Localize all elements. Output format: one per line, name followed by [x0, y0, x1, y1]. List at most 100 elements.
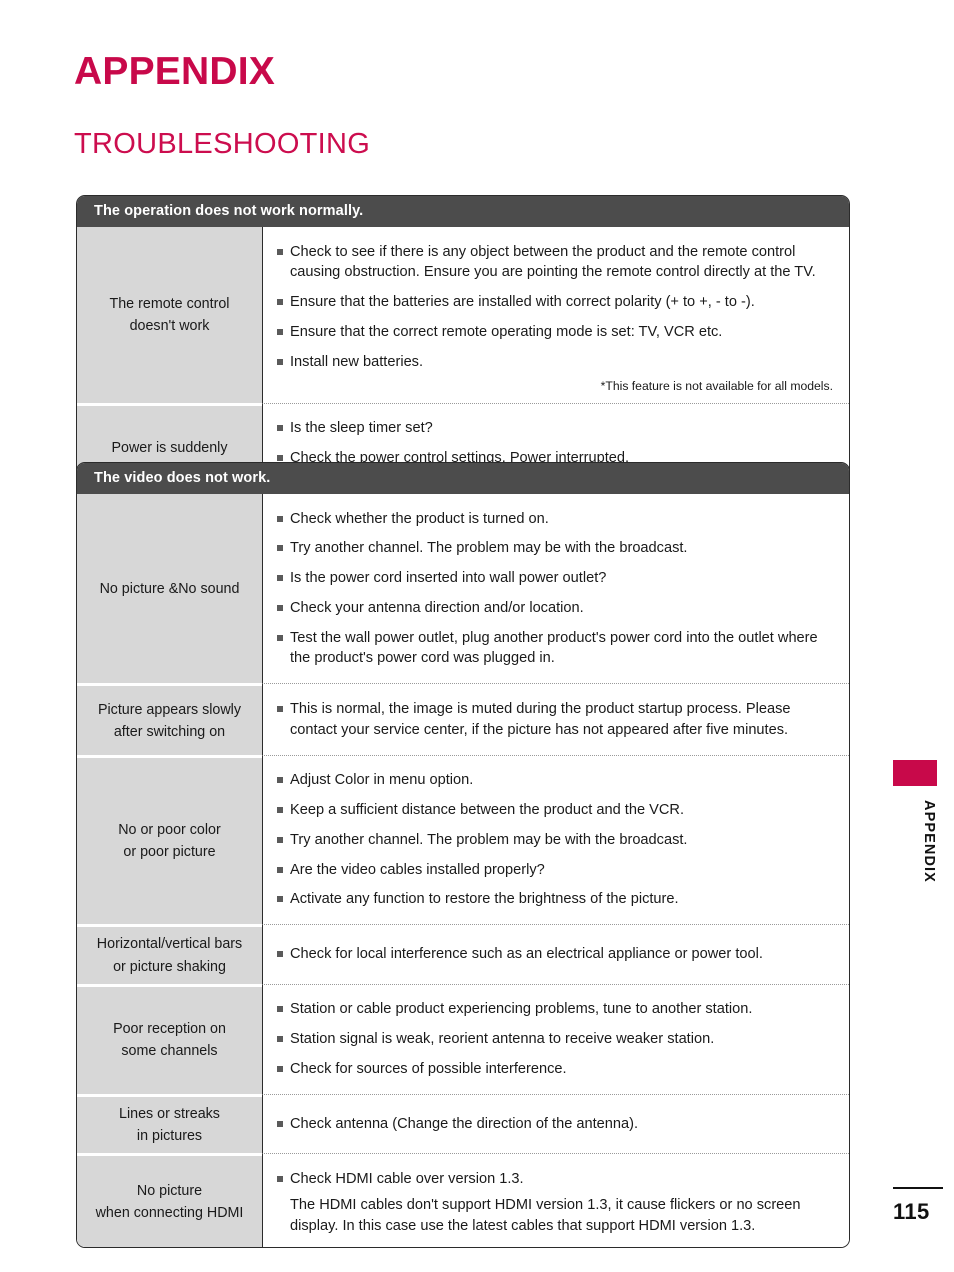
bullet-text: Check antenna (Change the direction of t…: [290, 1115, 639, 1132]
bullet-item: Check whether the product is turned on.: [277, 509, 835, 530]
row-label: Poor reception on some channels: [77, 983, 262, 1094]
row-label: Lines or streaks in pictures: [77, 1093, 262, 1154]
row-label-line: No picture &No sound: [99, 580, 240, 597]
bullet-item: Check for sources of possible interferen…: [277, 1059, 835, 1080]
bullet-text: Check to see if there is any object betw…: [290, 243, 816, 281]
bullet-text: Is the sleep timer set?: [290, 420, 433, 437]
bullet-item: Ensure that the batteries are installed …: [277, 292, 835, 313]
bullet-square-icon: [277, 515, 283, 522]
side-tab-label: APPENDIX: [921, 800, 937, 883]
bullet-text: Try another channel. The problem may be …: [290, 831, 688, 848]
bullet-text: Are the video cables installed properly?: [290, 861, 545, 878]
bullet-square-icon: [277, 836, 283, 843]
bullet-item: Is the sleep timer set?: [277, 418, 835, 439]
bullet-item: Install new batteries.: [277, 352, 835, 373]
row-content: Check HDMI cable over version 1.3. The HD…: [262, 1153, 849, 1248]
row-content: Check antenna (Change the direction of t…: [262, 1093, 849, 1154]
row-label: Picture appears slowly after switching on: [77, 683, 262, 755]
bullet-text: Try another channel. The problem may be …: [290, 540, 688, 557]
row-label: No or poor color or poor picture: [77, 754, 262, 925]
row-label: The remote control doesn't work: [77, 227, 262, 403]
bullet-square-icon: [277, 248, 283, 255]
row-label-line: No picture: [136, 1182, 203, 1199]
bullet-square-icon: [277, 807, 283, 814]
page-title: APPENDIX: [74, 50, 275, 93]
row-label-line: Poor reception on: [113, 1021, 226, 1038]
bullet-square-icon: [277, 575, 283, 582]
bullet-square-icon: [277, 545, 283, 552]
bullet-item: Check for local interference such as an …: [277, 944, 835, 965]
page-number-rule: [893, 1187, 943, 1190]
row-content: Station or cable product experiencing pr…: [262, 983, 849, 1094]
bullet-text: Adjust Color in menu option.: [290, 772, 474, 789]
bullet-square-icon: [277, 1120, 283, 1127]
row-label-line: in pictures: [136, 1128, 203, 1145]
side-tab-marker: [893, 760, 937, 786]
bullet-square-icon: [277, 358, 283, 365]
bullet-text: Station signal is weak, reorient antenna…: [290, 1031, 715, 1047]
table-body: No picture &No sound Check whether the pr…: [77, 494, 849, 1248]
bullet-square-icon: [277, 1006, 283, 1013]
table-header: The operation does not work normally.: [77, 196, 849, 228]
bullet-text: Is the power cord inserted into wall pow…: [290, 570, 607, 587]
bullet-square-icon: [277, 604, 283, 611]
bullet-item: Check your antenna direction and/or loca…: [277, 598, 835, 619]
section-title: TROUBLESHOOTING: [74, 128, 371, 160]
row-content: This is normal, the image is muted durin…: [262, 683, 849, 755]
bullet-square-icon: [277, 328, 283, 335]
row-label-line: The remote control: [109, 295, 230, 312]
bullet-square-icon: [277, 777, 283, 784]
bullet-text: This is normal, the image is muted durin…: [290, 700, 791, 738]
bullet-square-icon: [277, 454, 283, 461]
bullet-square-icon: [277, 951, 283, 958]
row-label: No picture when connecting HDMI: [77, 1153, 262, 1248]
bullet-text: Check for local interference such as an …: [290, 946, 763, 963]
row-content: Check to see if there is any object betw…: [262, 227, 849, 403]
table-row: No or poor color or poor picture Adjust Co…: [77, 754, 849, 925]
bullet-item: Keep a sufficient distance between the p…: [277, 800, 835, 821]
bullet-item: Station signal is weak, reorient antenna…: [277, 1029, 835, 1050]
row-label-line: after switching on: [113, 723, 226, 740]
bullet-item: Activate any function to restore the bri…: [277, 889, 835, 910]
row-label-line: some channels: [121, 1043, 218, 1060]
table-header: The video does not work.: [77, 463, 849, 495]
bullet-text: Keep a sufficient distance between the p…: [290, 802, 685, 819]
row-content: Check for local interference such as an …: [262, 924, 849, 984]
troubleshooting-table-video: The video does not work. No picture &No …: [76, 462, 850, 1249]
bullet-item: Try another channel. The problem may be …: [277, 538, 835, 559]
bullet-text: Station or cable product experiencing pr…: [290, 1001, 753, 1018]
bullet-continuation-text: The HDMI cables don't support HDMI versi…: [290, 1196, 801, 1234]
footnote-text: *This feature is not available for all m…: [600, 378, 833, 393]
bullet-item: Adjust Color in menu option.: [277, 770, 835, 791]
row-label-line: No or poor color: [118, 822, 221, 839]
bullet-square-icon: [277, 299, 283, 306]
row-label-line: when connecting HDMI: [95, 1204, 244, 1221]
table-row: Lines or streaks in pictures Check antenna…: [77, 1093, 849, 1154]
bullet-item: Is the power cord inserted into wall pow…: [277, 568, 835, 589]
bullet-item: Are the video cables installed properly?: [277, 860, 835, 881]
row-label-line: Picture appears slowly: [97, 701, 242, 718]
table-row: No picture when connecting HDMI Check HDMI…: [77, 1153, 849, 1248]
row-label: Horizontal/vertical bars or picture shaki…: [77, 924, 262, 984]
bullet-square-icon: [277, 425, 283, 432]
bullet-text: Check your antenna direction and/or loca…: [290, 599, 584, 616]
bullet-item: Test the wall power outlet, plug another…: [277, 628, 835, 669]
bullet-item: Station or cable product experiencing pr…: [277, 999, 835, 1020]
table-row: The remote control doesn't work Check to s…: [77, 227, 849, 403]
table-row: No picture &No sound Check whether the pr…: [77, 494, 849, 684]
bullet-square-icon: [277, 1065, 283, 1072]
row-content: Check whether the product is turned on. T…: [262, 494, 849, 684]
bullet-text: Test the wall power outlet, plug another…: [290, 629, 818, 667]
row-label-line: Power is suddenly: [111, 440, 228, 457]
table-row: Picture appears slowly after switching on…: [77, 683, 849, 755]
row-label-line: Lines or streaks: [119, 1105, 220, 1122]
bullet-square-icon: [277, 634, 283, 641]
table-row: Horizontal/vertical bars or picture shaki…: [77, 924, 849, 984]
bullet-item: Check to see if there is any object betw…: [277, 242, 835, 283]
bullet-item: Try another channel. The problem may be …: [277, 830, 835, 851]
bullet-item: Check HDMI cable over version 1.3.: [277, 1169, 835, 1190]
bullet-text: Ensure that the batteries are installed …: [290, 294, 755, 311]
bullet-square-icon: [277, 866, 283, 873]
row-label-line: or picture shaking: [113, 958, 226, 975]
bullet-text: Check for sources of possible interferen…: [290, 1060, 567, 1077]
